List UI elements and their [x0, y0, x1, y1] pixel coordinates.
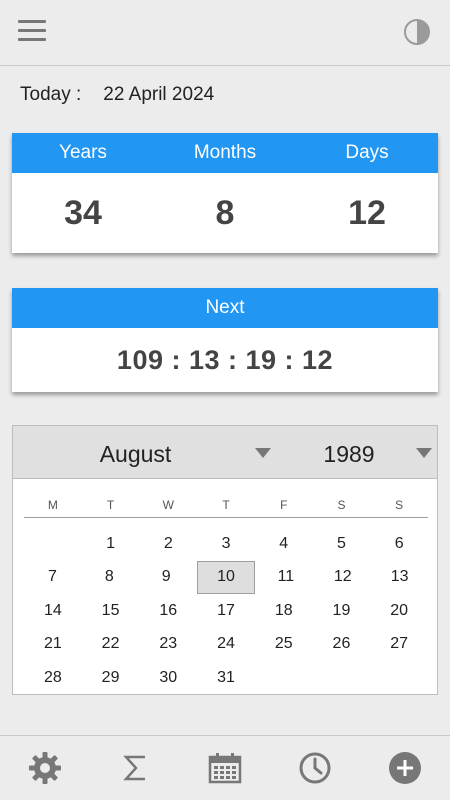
calendar-day[interactable]: 21	[24, 628, 82, 662]
today-date: 22 April 2024	[103, 84, 215, 105]
calendar-day-selected[interactable]: 10	[196, 560, 256, 594]
age-values: 34 8 12	[12, 173, 438, 253]
weekday-label: S	[395, 498, 404, 512]
calendar-day[interactable]: 25	[255, 628, 313, 662]
year-dropdown-arrow-icon	[416, 448, 432, 458]
month-dropdown-arrow-icon	[255, 448, 271, 458]
add-button[interactable]	[360, 736, 450, 800]
calendar-day[interactable]: 29	[82, 661, 140, 695]
weekday-header-row: M T W T F S S	[24, 498, 428, 518]
year-dropdown[interactable]: 1989	[293, 426, 439, 479]
today-row: Today : 22 April 2024	[20, 84, 214, 106]
calendar-empty-cell	[24, 527, 82, 561]
calendar-week-row: 21 22 23 24 25 26 27	[24, 628, 428, 662]
calendar-week-row: 28 29 30 31	[24, 661, 428, 695]
calendar-day[interactable]: 17	[197, 594, 255, 628]
calendar-day[interactable]: 27	[370, 628, 428, 662]
next-label: Next	[205, 297, 245, 318]
calendar-button[interactable]	[180, 736, 270, 800]
calendar-day[interactable]: 30	[139, 661, 197, 695]
clock-button[interactable]	[270, 736, 360, 800]
calendar-day[interactable]: 31	[197, 661, 255, 695]
calendar-day[interactable]: 23	[139, 628, 197, 662]
calendar-week-row: 7 8 9 10 11 12 13	[24, 560, 428, 595]
weekday-label: W	[162, 498, 174, 512]
calendar-day[interactable]: 24	[197, 628, 255, 662]
calendar-day[interactable]: 20	[370, 594, 428, 628]
top-app-bar	[0, 0, 450, 66]
calendar-day[interactable]: 14	[24, 594, 82, 628]
settings-icon	[29, 752, 61, 784]
calendar-day[interactable]: 7	[24, 561, 81, 595]
month-dropdown[interactable]: August	[13, 426, 283, 479]
calendar-day[interactable]: 3	[197, 527, 255, 561]
calendar-day[interactable]: 16	[139, 594, 197, 628]
months-value: 8	[215, 193, 235, 232]
days-header: Days	[345, 142, 389, 163]
calendar-day[interactable]: 5	[313, 527, 371, 561]
calendar-day[interactable]: 18	[255, 594, 313, 628]
clock-icon	[299, 752, 331, 784]
calendar-day[interactable]: 8	[81, 561, 138, 595]
calendar-day[interactable]: 26	[313, 628, 371, 662]
years-header: Years	[59, 142, 107, 163]
sum-icon	[123, 755, 145, 781]
calendar-day[interactable]: 28	[24, 661, 82, 695]
calendar-day-grid: 1 2 3 4 5 6 7 8 9 10 11 12 13 14 15 16 17 18 19 20 21 22 23 24 2…	[24, 527, 428, 695]
calendar-empty-cell	[255, 661, 313, 695]
weekday-label: M	[47, 498, 58, 512]
calendar-day[interactable]: 19	[313, 594, 371, 628]
calendar-header: August 1989	[13, 426, 437, 479]
age-card: Years Months Days 34 8 12	[12, 133, 438, 253]
today-label: Today :	[20, 84, 82, 105]
calendar-day[interactable]: 9	[138, 561, 195, 595]
birth-date-calendar: August 1989 M T W T F S S 1 2 3 4 5 6 7 8 9 10 11 1…	[12, 425, 438, 695]
settings-button[interactable]	[0, 736, 90, 800]
weekday-label: F	[280, 498, 288, 512]
next-birthday-header: Next	[12, 288, 438, 328]
years-value: 34	[64, 193, 102, 232]
hamburger-menu-icon[interactable]	[18, 20, 46, 44]
calendar-day[interactable]: 2	[139, 527, 197, 561]
months-header: Months	[193, 142, 257, 163]
year-value: 1989	[323, 441, 375, 467]
calendar-empty-cell	[370, 661, 428, 695]
weekday-label: T	[106, 498, 115, 512]
calendar-icon	[208, 753, 242, 784]
calendar-week-row: 14 15 16 17 18 19 20	[24, 594, 428, 628]
calendar-day[interactable]: 15	[82, 594, 140, 628]
next-birthday-card: Next 109 : 13 : 19 : 12	[12, 288, 438, 392]
age-card-header: Years Months Days	[12, 133, 438, 173]
calendar-week-row: 123456	[24, 527, 428, 561]
calendar-empty-cell	[313, 661, 371, 695]
weekday-label: S	[337, 498, 346, 512]
calendar-day[interactable]: 12	[314, 561, 371, 595]
calendar-day[interactable]: 22	[82, 628, 140, 662]
month-value: August	[99, 441, 172, 467]
add-icon	[389, 752, 421, 784]
weekday-label: T	[222, 498, 230, 512]
calendar-day[interactable]: 13	[371, 561, 428, 595]
calendar-day[interactable]: 11	[257, 561, 314, 595]
contrast-toggle-icon[interactable]	[404, 19, 430, 45]
next-birthday-countdown: 109 : 13 : 19 : 12	[116, 344, 334, 375]
calendar-day[interactable]: 4	[255, 527, 313, 561]
calendar-day[interactable]: 6	[370, 527, 428, 561]
sum-button[interactable]	[90, 736, 180, 800]
days-value: 12	[348, 193, 386, 232]
bottom-navigation	[0, 735, 450, 800]
calendar-day[interactable]: 1	[82, 527, 140, 561]
